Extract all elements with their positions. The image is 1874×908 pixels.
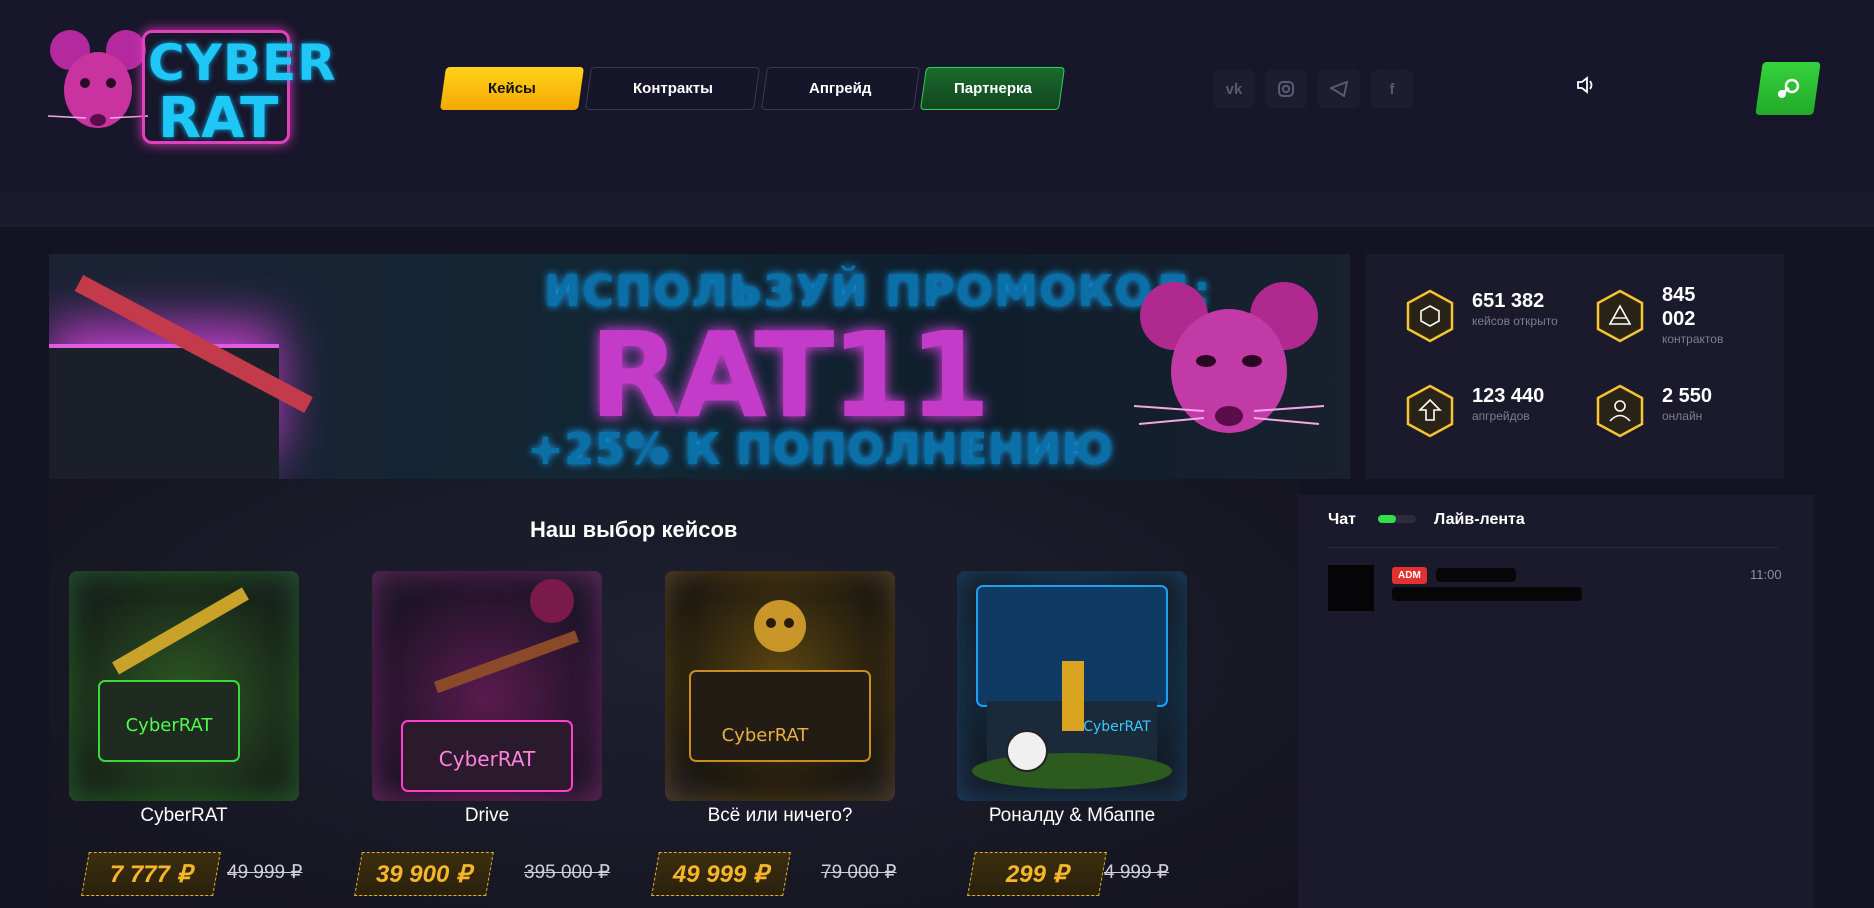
nav-cases-button[interactable]: Кейсы <box>439 67 585 110</box>
case-name: CyberRAT <box>140 805 228 826</box>
svg-text:CyberRAT: CyberRAT <box>439 747 536 771</box>
case-old-price: 4 999 ₽ <box>1104 862 1169 883</box>
rat-logo-icon <box>48 30 148 128</box>
case-image: CyberRAT <box>665 571 895 801</box>
stat-value: 2 550 <box>1662 385 1713 407</box>
nav-contracts-button[interactable]: Контракты <box>584 67 761 110</box>
stat-value: 651 382 <box>1472 290 1545 312</box>
logo-text-line2: RAT <box>158 86 279 151</box>
tab-chat[interactable]: Чат <box>1328 511 1356 529</box>
stat-label: апгрейдов <box>1472 409 1530 423</box>
case-price: 49 999 ₽ <box>651 852 791 896</box>
chest-icon: CyberRAT <box>401 579 579 792</box>
stat-value: 123 440 <box>1472 385 1545 407</box>
banner-rat-illustration <box>1134 282 1324 433</box>
steam-icon <box>1778 78 1800 98</box>
chat-divider <box>1328 547 1778 548</box>
case-image: CyberRAT <box>69 571 299 801</box>
redacted-message <box>1392 587 1582 601</box>
stat-cases-opened: 651 382 кейсов открыто <box>1406 289 1558 343</box>
stat-label: кейсов открыто <box>1472 314 1558 328</box>
nav-upgrade-button[interactable]: Апгрейд <box>760 67 921 110</box>
nav-contracts-label: Контракты <box>632 80 713 97</box>
cube-icon <box>1406 289 1454 343</box>
banner-bonus-text: +25% К ПОПОЛНЕНИЮ <box>527 424 1113 475</box>
telegram-icon[interactable] <box>1318 70 1360 108</box>
stat-upgrades: 123 440 апгрейдов <box>1406 384 1544 438</box>
case-price: 299 ₽ <box>967 852 1107 896</box>
triangle-icon <box>1596 289 1644 343</box>
cases-section-title: Наш выбор кейсов <box>530 517 738 542</box>
facebook-icon[interactable]: f <box>1371 70 1413 108</box>
stat-online: 2 550 онлайн <box>1596 384 1712 438</box>
case-name: Всё или ничего? <box>707 805 853 826</box>
site-logo[interactable]: CYBER RAT <box>48 28 336 151</box>
stat-value-line1: 845 <box>1662 284 1696 306</box>
case-image: CyberRAT <box>372 571 602 801</box>
stat-value-line2: 002 <box>1662 308 1696 330</box>
chest-icon: CyberRAT <box>972 585 1172 789</box>
chat-panel: Чат Лайв-лента ADM 11:00 <box>1298 495 1814 908</box>
stat-contracts: 845 002 контрактов <box>1596 284 1724 346</box>
svg-text:CyberRAT: CyberRAT <box>1083 719 1151 735</box>
svg-text:CyberRAT: CyberRAT <box>722 725 810 746</box>
message-time: 11:00 <box>1750 567 1782 582</box>
nav-upgrade-label: Апгрейд <box>809 80 872 97</box>
sound-toggle-icon[interactable] <box>1576 76 1596 100</box>
tab-live-feed[interactable]: Лайв-лента <box>1434 511 1525 529</box>
chat-live-toggle[interactable] <box>1378 515 1416 523</box>
case-old-price: 395 000 ₽ <box>524 862 611 883</box>
nav-partner-button[interactable]: Партнерка <box>919 67 1066 110</box>
case-price: 7 777 ₽ <box>81 852 221 896</box>
instagram-icon[interactable] <box>1265 70 1307 108</box>
case-old-price: 79 000 ₽ <box>821 862 897 883</box>
nav-partner-label: Партнерка <box>953 80 1032 97</box>
nav-cases-label: Кейсы <box>488 80 536 97</box>
toggle-knob <box>1378 515 1396 523</box>
sub-header-strip <box>0 193 1874 227</box>
logo-text-line1: CYBER <box>148 34 337 92</box>
user-icon <box>1596 384 1644 438</box>
stat-label: онлайн <box>1662 409 1703 423</box>
case-image: CyberRAT <box>957 571 1187 801</box>
arrow-up-icon <box>1406 384 1454 438</box>
case-name: Drive <box>464 805 510 826</box>
redacted-username <box>1436 568 1516 582</box>
avatar[interactable] <box>1328 565 1374 611</box>
case-name: Роналду & Мбаппе <box>988 805 1156 826</box>
case-price: 39 900 ₽ <box>354 852 494 896</box>
chest-icon: CyberRAT <box>689 600 871 762</box>
promo-banner[interactable]: ИСПОЛЬЗУЙ ПРОМОКОД: RAT11 +25% К ПОПОЛНЕ… <box>49 254 1350 479</box>
case-old-price: 49 999 ₽ <box>227 862 303 883</box>
admin-badge: ADM <box>1392 567 1427 584</box>
svg-text:CyberRAT: CyberRAT <box>126 715 214 736</box>
stat-label: контрактов <box>1662 332 1724 346</box>
site-stats-panel: 651 382 кейсов открыто 845 002 контракто… <box>1366 254 1784 479</box>
vk-icon[interactable]: vk <box>1213 70 1255 108</box>
steam-login-button[interactable] <box>1755 62 1821 115</box>
chest-icon: CyberRAT <box>98 587 249 762</box>
